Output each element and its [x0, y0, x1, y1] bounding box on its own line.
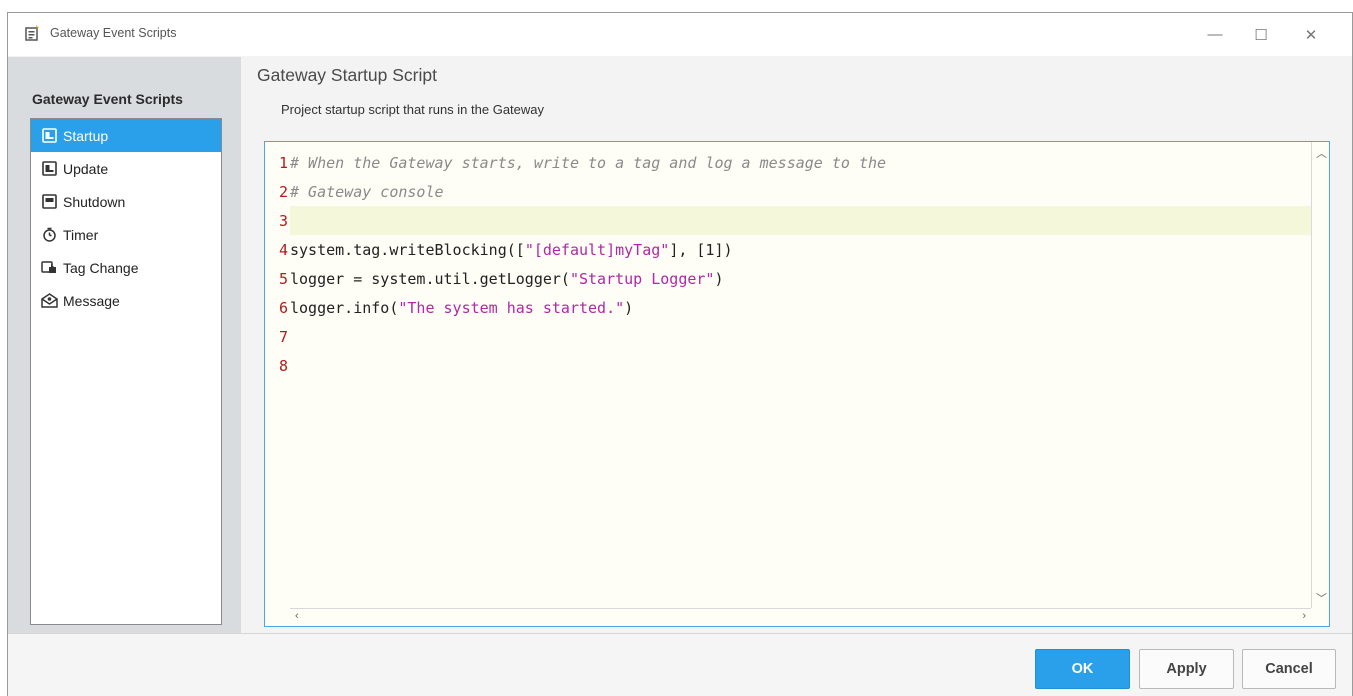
line-number: 4	[278, 240, 288, 259]
code-area[interactable]: 1 # When the Gateway starts, write to a t…	[279, 142, 1311, 608]
horizontal-scrollbar[interactable]: ‹ ›	[290, 608, 1311, 626]
timer-icon	[41, 226, 58, 243]
code-comment: # When the Gateway starts, write to a ta…	[290, 153, 887, 172]
sidebar: Gateway Event Scripts Startup Update Shu…	[8, 57, 241, 633]
scroll-right-icon[interactable]: ›	[1302, 610, 1306, 622]
page-title: Gateway Startup Script	[257, 65, 437, 85]
line-number: 8	[278, 356, 288, 375]
sidebar-title: Gateway Event Scripts	[32, 91, 183, 107]
message-icon	[41, 292, 58, 309]
sidebar-item-label: Message	[63, 292, 120, 309]
window-title: Gateway Event Scripts	[50, 26, 177, 40]
line-number: 2	[278, 182, 288, 201]
scroll-up-icon[interactable]: ︿	[1316, 145, 1327, 161]
maximize-icon: ☐	[1254, 26, 1268, 44]
scroll-down-icon[interactable]: ﹀	[1316, 590, 1327, 606]
code-string: "The system has started."	[398, 298, 625, 317]
maximize-button[interactable]: ☐	[1238, 13, 1284, 56]
code-text: ], [1])	[669, 240, 733, 259]
sidebar-item-label: Update	[63, 160, 109, 177]
apply-button[interactable]: Apply	[1139, 649, 1234, 689]
vertical-scrollbar[interactable]: ︿ ﹀	[1311, 142, 1329, 608]
title-bar: Gateway Event Scripts — ☐ ✕	[8, 13, 1352, 56]
code-text: logger.info(	[290, 298, 399, 317]
scroll-left-icon[interactable]: ‹	[295, 610, 299, 622]
code-text: )	[714, 269, 724, 288]
dialog-window: Gateway Event Scripts — ☐ ✕ Gateway Even…	[7, 12, 1353, 696]
code-line[interactable]: 2 # Gateway console	[279, 177, 1311, 206]
sidebar-item-startup[interactable]: Startup	[31, 119, 221, 152]
sidebar-item-message[interactable]: Message	[31, 284, 221, 317]
code-line[interactable]: 4 system.tag.writeBlocking(["[default]myT…	[279, 235, 1311, 264]
sidebar-item-label: Shutdown	[63, 193, 126, 210]
code-text: system.tag.writeBlocking([	[290, 240, 525, 259]
code-line[interactable]: 6 logger.info("The system has started.")	[279, 293, 1311, 322]
code-line[interactable]: 1 # When the Gateway starts, write to a t…	[279, 148, 1311, 177]
sidebar-item-label: Timer	[63, 226, 99, 243]
code-string: "[default]myTag"	[524, 240, 670, 259]
event-list: Startup Update Shutdown Timer Tag Change…	[30, 118, 222, 625]
scripts-icon	[25, 25, 40, 41]
script-icon	[41, 127, 58, 144]
code-text: logger = system.util.getLogger(	[290, 269, 570, 288]
close-icon: ✕	[1304, 26, 1318, 44]
code-string: "Startup Logger"	[569, 269, 715, 288]
line-number: 3	[278, 211, 288, 230]
tag-change-icon	[41, 259, 58, 276]
line-number: 5	[278, 269, 288, 288]
line-number: 1	[278, 153, 288, 172]
script-icon	[41, 160, 58, 177]
sidebar-item-label: Tag Change	[63, 259, 139, 276]
minimize-icon: —	[1207, 26, 1223, 43]
code-line[interactable]: 3	[279, 206, 1311, 235]
dialog-footer: OK Apply Cancel	[8, 633, 1352, 696]
sidebar-item-timer[interactable]: Timer	[31, 218, 221, 251]
sidebar-item-tag-change[interactable]: Tag Change	[31, 251, 221, 284]
close-button[interactable]: ✕	[1288, 13, 1334, 56]
script-icon	[41, 193, 58, 210]
code-line[interactable]: 5 logger = system.util.getLogger("Startup…	[279, 264, 1311, 293]
sidebar-item-update[interactable]: Update	[31, 152, 221, 185]
minimize-button[interactable]: —	[1192, 13, 1238, 56]
code-text: )	[624, 298, 634, 317]
script-editor[interactable]: 1 # When the Gateway starts, write to a t…	[264, 141, 1330, 627]
ok-button[interactable]: OK	[1035, 649, 1130, 689]
sidebar-item-label: Startup	[63, 127, 109, 144]
cancel-button[interactable]: Cancel	[1242, 649, 1336, 689]
main-panel: Gateway Startup Script Project startup s…	[241, 57, 1352, 633]
code-line[interactable]: 8	[279, 351, 1311, 380]
script-description: Project startup script that runs in the …	[281, 102, 545, 117]
sidebar-item-shutdown[interactable]: Shutdown	[31, 185, 221, 218]
line-number: 6	[278, 298, 288, 317]
code-line[interactable]: 7	[279, 322, 1311, 351]
code-comment: # Gateway console	[290, 182, 444, 201]
line-number: 7	[278, 327, 288, 346]
